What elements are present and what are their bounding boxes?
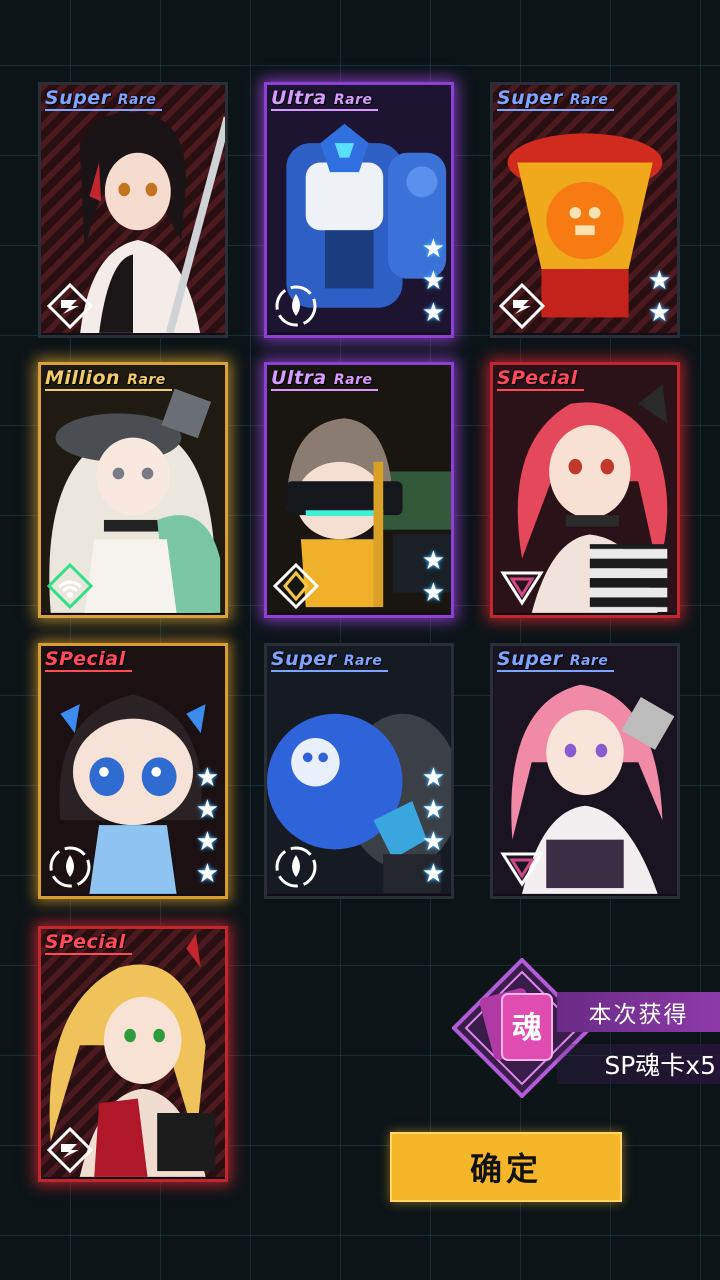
card-ultra-rare-2[interactable]: Ultra Rare ★ ★	[264, 362, 454, 618]
soul-glyph: 魂	[512, 1011, 542, 1046]
rarity-label: Super Rare	[497, 87, 615, 111]
signal-icon	[47, 563, 93, 609]
star-icon: ★	[421, 298, 445, 328]
rarity-label: Super Rare	[497, 648, 615, 672]
card-super-rare-1[interactable]: Super Rare	[38, 82, 228, 338]
star-icon: ★	[421, 266, 445, 296]
star-icon: ★	[421, 859, 445, 889]
star-rating: ★ ★	[648, 267, 671, 327]
triangle-icon	[500, 852, 544, 887]
card-special-1[interactable]: SPecial	[490, 362, 680, 618]
card-ultra-rare-1[interactable]: Ultra Rare ★ ★ ★	[264, 82, 454, 338]
rarity-label: SPecial	[45, 931, 132, 955]
star-icon: ★	[647, 266, 671, 296]
star-icon: ★	[421, 578, 445, 608]
star-icon: ★	[421, 827, 445, 857]
rarity-label: Million Rare	[45, 367, 172, 391]
star-rating: ★ ★ ★	[422, 235, 445, 327]
rarity-label: Ultra Rare	[271, 367, 379, 391]
card-million-rare-1[interactable]: Million Rare	[38, 362, 228, 618]
rarity-label: Ultra Rare	[271, 87, 379, 111]
rarity-label: Super Rare	[45, 87, 163, 111]
star-rating: ★ ★ ★ ★	[196, 764, 219, 888]
confirm-button[interactable]: 确定	[390, 1132, 622, 1202]
water-drop-icon	[275, 285, 317, 327]
star-icon: ★	[195, 763, 219, 793]
star-icon: ★	[647, 298, 671, 328]
rarity-label: SPecial	[45, 648, 132, 672]
star-icon: ★	[195, 827, 219, 857]
card-special-2[interactable]: SPecial ★ ★ ★ ★	[38, 643, 228, 899]
star-icon: ★	[421, 795, 445, 825]
star-icon: ★	[421, 546, 445, 576]
star-icon: ★	[195, 795, 219, 825]
star-rating: ★ ★	[422, 547, 445, 607]
star-icon: ★	[421, 234, 445, 264]
rarity-label: SPecial	[497, 367, 584, 391]
gain-value: SP魂卡x5	[557, 1044, 720, 1084]
strike-icon	[499, 283, 545, 329]
gain-label: 本次获得	[557, 992, 720, 1032]
card-super-rare-2[interactable]: Super Rare ★ ★	[490, 82, 680, 338]
water-drop-icon	[49, 846, 91, 888]
strike-icon	[47, 1127, 93, 1173]
diamond-icon	[273, 563, 319, 609]
triangle-icon	[500, 571, 544, 606]
water-drop-icon	[275, 846, 317, 888]
star-icon: ★	[195, 859, 219, 889]
rarity-label: Super Rare	[271, 648, 389, 672]
reward-summary: 魂 本次获得 SP魂卡x5	[452, 958, 720, 1098]
star-rating: ★ ★ ★ ★	[422, 764, 445, 888]
card-special-3[interactable]: SPecial	[38, 926, 228, 1182]
star-icon: ★	[421, 763, 445, 793]
strike-icon	[47, 283, 93, 329]
card-super-rare-3[interactable]: Super Rare ★ ★ ★ ★	[264, 643, 454, 899]
card-super-rare-4[interactable]: Super Rare	[490, 643, 680, 899]
